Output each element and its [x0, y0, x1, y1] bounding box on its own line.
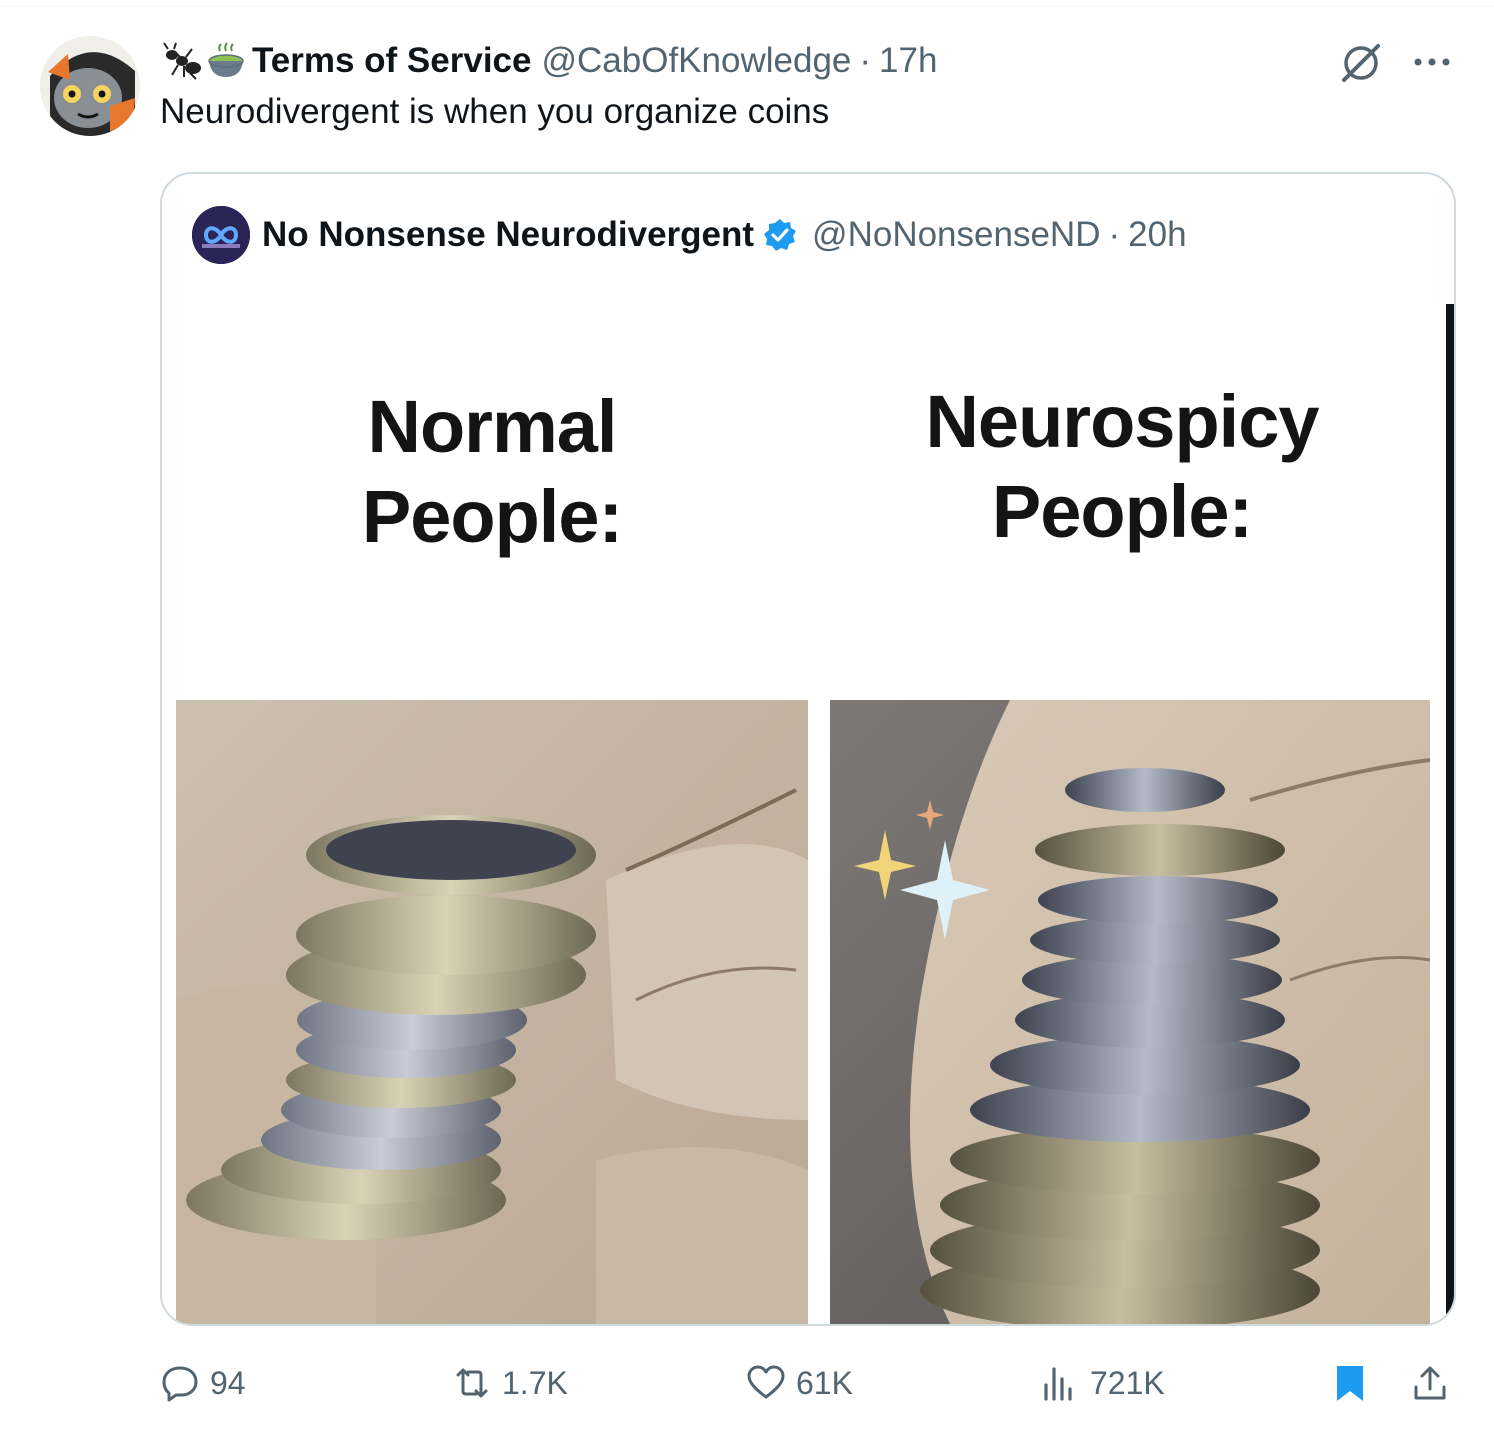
quoted-timestamp[interactable]: 20h	[1128, 215, 1186, 255]
reply-count: 94	[210, 1364, 246, 1401]
bookmark-icon	[1337, 1366, 1363, 1401]
views-button[interactable]: 721K	[1040, 1350, 1165, 1416]
share-icon	[1414, 1366, 1446, 1400]
author-display-name[interactable]: Terms of Service	[252, 41, 532, 81]
bookmark-button[interactable]	[1330, 1350, 1380, 1416]
repost-icon	[456, 1368, 488, 1398]
quoted-tweet-card[interactable]: No Nonsense Neurodivergent @NoNonsenseND…	[160, 172, 1456, 1326]
grok-icon[interactable]	[1338, 40, 1384, 86]
verified-badge-icon	[764, 219, 797, 251]
top-divider	[0, 0, 1494, 7]
like-button[interactable]: 61K	[746, 1350, 853, 1416]
share-button[interactable]	[1410, 1350, 1460, 1416]
author-handle[interactable]: @CabOfKnowledge	[542, 41, 852, 81]
meme-caption-left: Normal People:	[361, 385, 623, 558]
meme-image[interactable]: Normal People: Neurospicy People:	[162, 302, 1454, 1324]
matcha-bowl-icon	[206, 41, 246, 81]
repost-count: 1.7K	[502, 1364, 568, 1401]
more-icon[interactable]	[1412, 50, 1452, 74]
tweet-text: Neurodivergent is when you organize coin…	[160, 92, 830, 131]
repost-button[interactable]: 1.7K	[452, 1350, 568, 1416]
action-bar: 94 1.7K 61K 721K	[0, 1350, 1494, 1416]
separator-dot: ·	[1108, 215, 1121, 254]
quoted-author-display-name[interactable]: No Nonsense Neurodivergent	[262, 215, 754, 255]
separator-dot: ·	[859, 41, 872, 80]
quoted-author-handle[interactable]: @NoNonsenseND	[812, 215, 1100, 255]
views-chart-icon	[1044, 1367, 1072, 1401]
meme-caption-right: Neurospicy People:	[925, 380, 1319, 553]
tweet-timestamp[interactable]: 17h	[879, 41, 937, 81]
messy-coin-stack-photo	[176, 700, 808, 1324]
quoted-author-avatar[interactable]	[192, 206, 250, 264]
view-count: 721K	[1090, 1364, 1165, 1401]
quoted-tweet-header: No Nonsense Neurodivergent @NoNonsenseND…	[192, 206, 1187, 264]
reply-icon	[162, 1366, 198, 1402]
image-scrollbar[interactable]	[1446, 304, 1454, 1314]
heart-icon	[747, 1365, 785, 1399]
reply-button[interactable]: 94	[160, 1350, 246, 1416]
tweet-header: Terms of Service @CabOfKnowledge · 17h	[162, 38, 937, 84]
like-count: 61K	[796, 1364, 853, 1401]
author-avatar[interactable]	[40, 36, 140, 136]
ant-icon	[162, 41, 202, 81]
organized-coin-stack-photo	[830, 700, 1430, 1324]
